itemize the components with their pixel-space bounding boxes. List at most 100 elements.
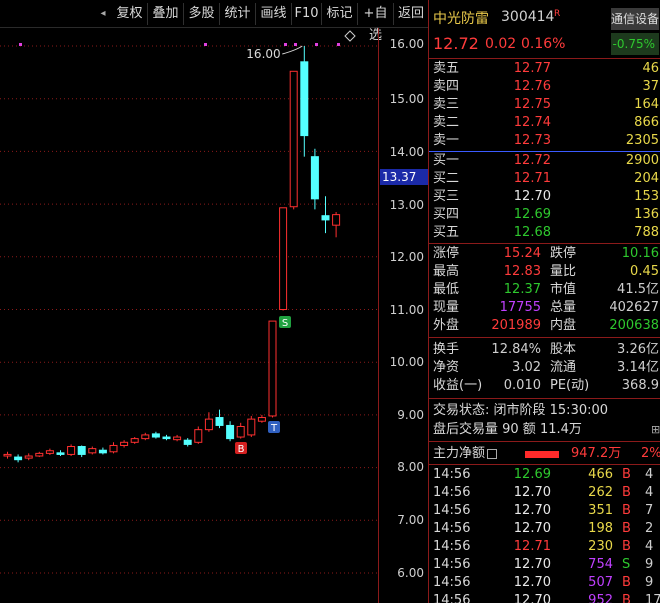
tick-price: 12.70 [513,503,551,518]
share-capital-label: 股本 [550,342,577,357]
tick-price: 12.70 [513,485,551,500]
toolbar-duogu-button[interactable]: 多股 [184,3,220,25]
stock-code: 300414 [501,9,555,25]
bid-volume: 788 [634,225,659,240]
bid-row[interactable]: 买一 12.72 2900 [429,152,660,170]
tick-price: 12.70 [513,557,551,572]
bid-row[interactable]: 买五 12.68 788 [429,224,660,242]
tick-row[interactable]: 14:56 12.70 952 B 17 [429,592,660,603]
bid-label: 买四 [433,207,460,222]
tick-volume: 262 [588,485,613,500]
tick-row[interactable]: 14:56 12.70 754 S 9 [429,556,660,574]
current-volume-value: 17755 [499,300,541,315]
candle-body [14,456,23,461]
tick-volume: 466 [588,467,613,482]
money-flow-row[interactable]: 主力净额 947.2万 2% [429,445,660,463]
bid-label: 买二 [433,171,460,186]
current-price-tag: 13.37 [380,169,428,185]
y-tick: 11.00 [389,303,424,317]
tick-row[interactable]: 14:56 12.70 507 B 9 [429,574,660,592]
pe-label: PE(动) [550,378,590,393]
money-flow-value: 947.2万 [571,446,622,461]
toolbar-add-watchlist-button[interactable]: +自选 [358,3,394,43]
tick-row[interactable]: 14:56 12.70 351 B 7 [429,502,660,520]
ask-row[interactable]: 卖三 12.75 164 [429,96,660,114]
bid-price: 12.72 [513,153,551,168]
candle-body [279,207,288,310]
ask-label: 卖四 [433,79,460,94]
sell-marker: S [282,318,288,329]
ask-price: 12.76 [513,79,551,94]
inner-volume-value: 200638 [609,318,659,333]
candle-body [289,70,298,208]
tick-side: B [622,575,631,590]
stat-row: 涨停 15.24 跌停 10.16 [429,245,660,263]
tick-side: B [622,467,631,482]
toolbar-f10-button[interactable]: F10 [292,3,322,25]
bid-row[interactable]: 买四 12.69 136 [429,206,660,224]
kline-svg[interactable]: 16.00 B T S [0,28,378,603]
tick-volume: 507 [588,575,613,590]
limit-down-label: 跌停 [550,246,577,261]
ask-row[interactable]: 卖一 12.73 2305 [429,132,660,150]
tick-row[interactable]: 14:56 12.69 466 B 4 [429,466,660,484]
bid-volume: 2900 [625,153,659,168]
divider [429,58,660,59]
last-price: 12.72 [433,34,479,53]
stat-row: 最低 12.37 市值 41.5亿 [429,281,660,299]
bid-volume: 136 [634,207,659,222]
candle-body [109,444,118,453]
ask-volume: 37 [642,79,659,94]
top-marker: T [270,423,278,434]
volume-ratio-value: 0.45 [630,264,659,279]
trade-state-row: 交易状态: 闭市阶段 15:30:00 [429,402,660,420]
ask-row[interactable]: 卖五 12.77 46 [429,60,660,78]
float-value: 3.14亿 [617,360,659,375]
kline-chart[interactable]: 16.00BTS 涨榜 [0,28,378,603]
y-tick: 15.00 [389,92,424,106]
toolbar-tongji-button[interactable]: 统计 [220,3,256,25]
sector-badge[interactable]: 通信设备 [611,8,659,30]
ask-price: 12.73 [513,133,551,148]
tick-volume: 230 [588,539,613,554]
candle-body [300,61,309,137]
y-tick: 13.00 [389,198,424,212]
money-flow-bar [525,451,559,458]
ask-price: 12.74 [513,115,551,130]
toolbar-back-button[interactable]: 返回 [394,3,428,25]
candle-body [151,433,160,438]
bid-row[interactable]: 买二 12.71 204 [429,170,660,188]
candle-body [141,434,150,440]
y-tick: 9.00 [397,408,424,422]
ask-volume: 164 [634,97,659,112]
candle-body [310,156,319,200]
toolbar-huaxian-button[interactable]: 画线 [256,3,292,25]
tick-row[interactable]: 14:56 12.71 230 B 4 [429,538,660,556]
bid-price: 12.69 [513,207,551,222]
money-flow-pct: 2% [641,446,660,461]
list-icon[interactable] [487,449,497,459]
expand-icon[interactable]: ⊞ [651,421,660,439]
candle-body [226,424,235,440]
toolbar-biaoji-button[interactable]: 标记 [322,3,358,25]
market-cap-value: 41.5亿 [617,282,659,297]
tick-count: 4 [645,467,654,482]
ask-row[interactable]: 卖二 12.74 866 [429,114,660,132]
tick-count: 2 [645,521,654,536]
ask-volume: 866 [634,115,659,130]
toolbar-diejia-button[interactable]: 叠加 [148,3,184,25]
tick-row[interactable]: 14:56 12.70 198 B 2 [429,520,660,538]
tick-side: B [622,485,631,500]
bid-row[interactable]: 买三 12.70 153 [429,188,660,206]
tick-volume: 351 [588,503,613,518]
ask-row[interactable]: 卖四 12.76 37 [429,78,660,96]
candle-body [268,320,277,417]
stock-name[interactable]: 中光防雷 [433,8,489,28]
candle-body [215,417,224,426]
toolbar-scroll-left-icon[interactable]: ◂ [96,3,110,25]
toolbar-fuquan-button[interactable]: 复权 [112,3,148,25]
tick-row[interactable]: 14:56 12.70 262 B 4 [429,484,660,502]
outer-volume-value: 201989 [491,318,541,333]
candle-body [247,418,256,436]
candle-body [183,439,192,445]
